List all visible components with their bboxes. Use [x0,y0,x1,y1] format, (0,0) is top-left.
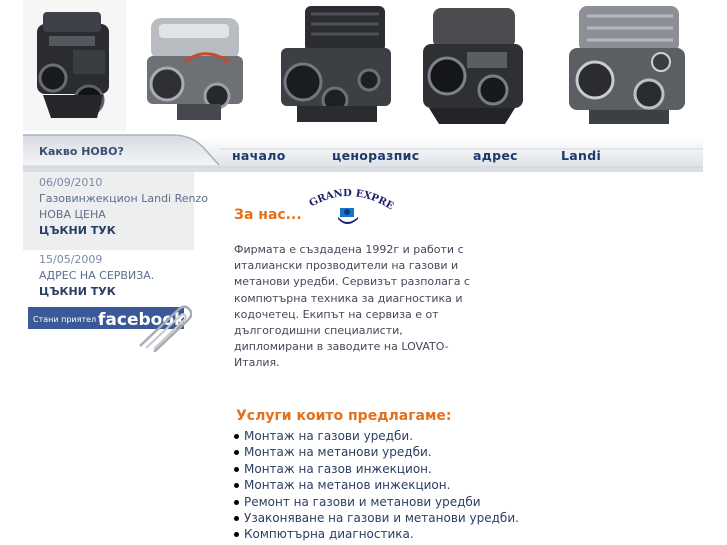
engine-image-2 [129,0,259,131]
facebook-badge[interactable]: Стани приятел в facebook [28,302,193,353]
news-title: Газовинжекцион Landi Renzo [39,192,208,205]
news-link[interactable]: ЦЪКНИ ТУК [39,284,154,300]
news-title: АДРЕС НА СЕРВИЗА. [39,269,155,282]
services-title: Услуги които предлагаме: [236,408,452,424]
news-subtitle: НОВА ЦЕНА [39,208,106,221]
news-link[interactable]: ЦЪКНИ ТУК [39,223,208,239]
list-item: Монтаж на метанов инжекцион. [234,477,519,493]
nav-link-address[interactable]: адрес [473,148,518,163]
facebook-prefix-text: Стани приятел в [33,315,104,324]
nav-link-home[interactable]: начало [232,148,286,163]
about-title: За нас... [234,207,302,223]
news-date: 06/09/2010 [39,176,103,189]
engine-image-4 [407,0,536,131]
list-item: Монтаж на газови уредби. [234,428,519,444]
news-item-2: 15/05/2009 АДРЕС НА СЕРВИЗА. ЦЪКНИ ТУК [39,252,154,300]
engine-banner [23,0,703,131]
nav-link-prices[interactable]: ценоразпис [332,148,419,163]
engine-image-5 [549,0,699,131]
list-item: Монтаж на метанови уредби. [234,444,519,460]
whats-new-heading: Какво НОВО? [39,145,124,158]
page: Какво НОВО? начало ценоразпис адрес Land… [0,0,727,545]
services-list: Монтаж на газови уредби. Монтаж на метан… [234,428,519,543]
news-date: 15/05/2009 [39,253,103,266]
engine-image-3 [261,0,404,131]
grand-express-logo: GRAND EXPRESS [298,181,396,231]
news-item-1: 06/09/2010 Газовинжекцион Landi Renzo НО… [39,175,208,239]
engine-image-1 [23,0,126,131]
facebook-brand-text: facebook [98,310,186,330]
list-item: Ремонт на газови и метанови уредби [234,494,519,510]
list-item: Узаконяване на газови и метанови уредби. [234,511,519,526]
list-item: Компютърна диагностика. [234,526,519,542]
about-text: Фирмата е създадена 1992г и работи с ита… [234,243,470,370]
nav-link-landi[interactable]: Landi [561,148,601,163]
list-item: Монтаж на газов инжекцион. [234,461,519,477]
